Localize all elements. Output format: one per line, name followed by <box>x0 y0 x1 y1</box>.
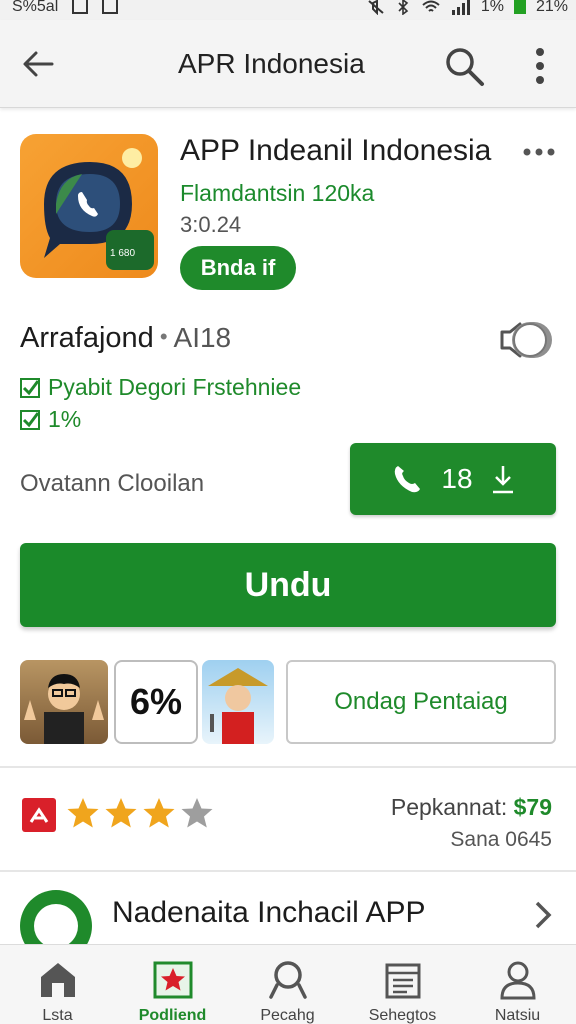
call-download-button[interactable]: 18 <box>350 443 556 515</box>
checkbox-icon <box>20 409 40 430</box>
battery-icon <box>513 0 526 14</box>
more-horiz-icon[interactable] <box>522 140 556 164</box>
category-pill[interactable]: Bnda if <box>180 246 296 290</box>
install-button[interactable]: Undu <box>20 543 556 627</box>
status-percent-text: 1% <box>480 0 504 15</box>
camera-icon <box>102 0 119 14</box>
star-empty-icon <box>181 798 213 828</box>
notification-icon <box>72 0 89 14</box>
brand-badge-icon <box>22 798 56 832</box>
sana-text: Sana 0645 <box>450 828 552 851</box>
icon-badge-text: 1 680 <box>110 248 136 259</box>
star-filled-icon <box>105 798 137 828</box>
divider <box>0 766 576 768</box>
mute-icon <box>368 0 384 15</box>
app-name: APP Indeanil Indonesia <box>180 134 492 167</box>
bluetooth-icon <box>398 0 409 15</box>
nav-label: Podliend <box>138 1007 207 1024</box>
price-value: $79 <box>513 794 552 820</box>
phone-icon <box>395 466 421 493</box>
status-right: 1% 21% <box>367 0 568 16</box>
collection-label: Ovatann Clooilan <box>20 470 205 497</box>
promo-text: Nadenaita Inchacil APP <box>112 896 426 929</box>
app-bar: APR Indonesia <box>0 20 576 108</box>
star-map-icon <box>153 961 193 999</box>
nav-item-pecahg[interactable]: Pecahg <box>230 945 345 1024</box>
status-bar: S%5al 1% 21% <box>0 0 576 20</box>
percent-box: 6% <box>114 660 198 744</box>
feature-text: Pyabit Degori Frstehniee <box>48 374 302 400</box>
nav-item-podliend[interactable]: Podliend <box>115 945 230 1024</box>
status-left-text: S%5al <box>12 0 59 15</box>
star-filled-icon <box>67 798 99 828</box>
lock-icon <box>20 890 92 944</box>
feature-line-1: Pyabit Degori Frstehniee <box>20 374 301 401</box>
search-icon[interactable] <box>442 44 486 88</box>
price-line: Pepkannat: $79 <box>391 794 552 821</box>
nav-label: Pecahg <box>260 1007 315 1024</box>
separator-dot: • <box>159 324 168 349</box>
rating-label: Arrafajond <box>20 322 154 354</box>
app-icon: 1 680 <box>20 134 158 278</box>
status-left: S%5al <box>12 0 119 16</box>
nav-label: Sehegtos <box>368 1007 437 1024</box>
developer-link[interactable]: Flamdantsin 120ka <box>180 180 374 207</box>
checkbox-icon <box>20 377 40 398</box>
nav-item-sehegtos[interactable]: Sehegtos <box>345 945 460 1024</box>
nav-label: Lsta <box>42 1007 73 1024</box>
wifi-icon <box>422 0 440 12</box>
bottom-nav: Lsta Podliend Pecahg Sehegtos Natsiu <box>0 944 576 1024</box>
nav-item-natsiu[interactable]: Natsiu <box>460 945 575 1024</box>
nav-label: Natsiu <box>494 1007 541 1024</box>
download-icon <box>492 466 513 494</box>
person-hat-image <box>208 668 268 744</box>
price-label: Pepkannat: <box>390 794 508 820</box>
rating-code: AI18 <box>173 322 232 353</box>
signal-icon <box>451 0 470 15</box>
person-avatar-image <box>24 674 104 744</box>
page-title: APR Indonesia <box>178 48 365 79</box>
feature-line-2: 1% <box>20 406 81 433</box>
more-vert-icon[interactable] <box>526 44 554 88</box>
nav-item-lsta[interactable]: Lsta <box>0 945 115 1024</box>
chat-phone-icon <box>44 148 154 270</box>
calendar-icon <box>385 963 421 999</box>
feature-text: 1% <box>48 406 82 432</box>
call-button-label: 18 <box>441 463 473 494</box>
star-filled-icon <box>143 798 175 828</box>
promo-card[interactable]: Nadenaita Inchacil APP <box>0 870 576 944</box>
review-button[interactable]: Ondag Pentaiag <box>286 660 556 744</box>
toggle-switch[interactable] <box>492 318 554 362</box>
screenshot-thumbnail[interactable] <box>20 660 108 744</box>
chevron-right-icon <box>535 901 552 929</box>
app-version: 3:0.24 <box>180 212 242 237</box>
screenshot-thumbnail[interactable] <box>202 660 274 744</box>
rating-row: Arrafajond • AI18 <box>20 322 231 355</box>
person-icon <box>500 961 536 1000</box>
store-icon <box>41 963 75 997</box>
back-arrow-icon[interactable] <box>18 44 58 84</box>
battery-text: 21% <box>535 0 568 15</box>
search-icon <box>269 961 307 999</box>
